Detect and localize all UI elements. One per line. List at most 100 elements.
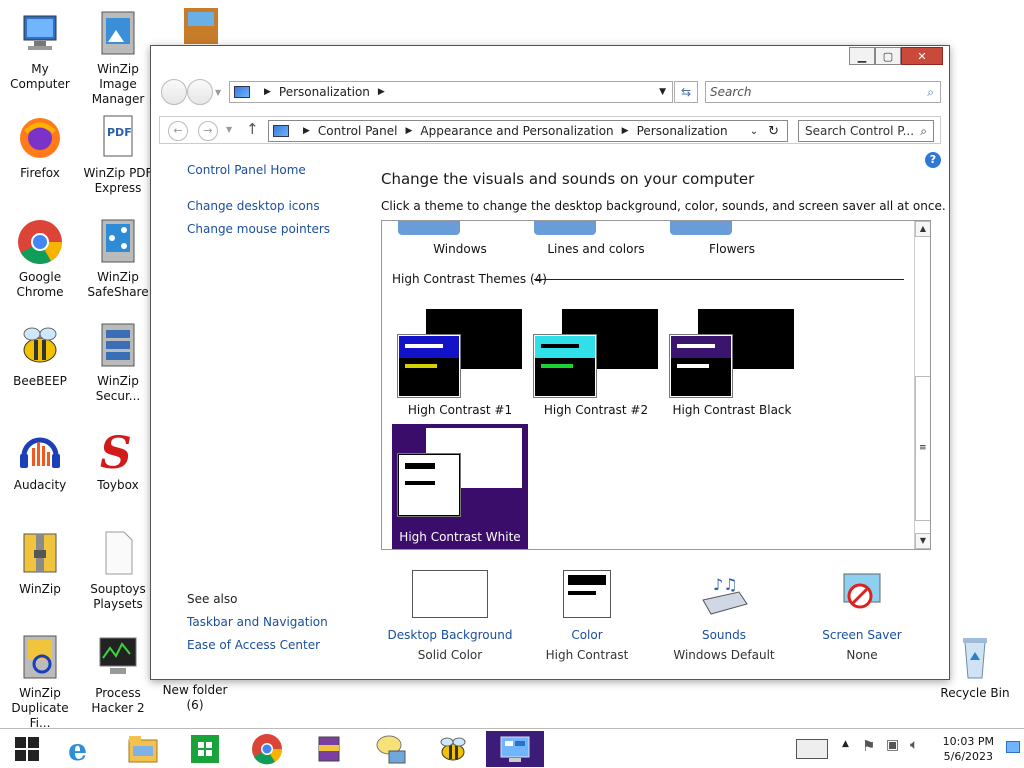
screen-saver-option[interactable]: Screen Saver None bbox=[797, 570, 927, 662]
back-button[interactable]: ← bbox=[168, 121, 188, 141]
change-mouse-pointers-link[interactable]: Change mouse pointers bbox=[187, 222, 330, 236]
show-desktop-icon[interactable] bbox=[1006, 741, 1020, 753]
network-icon[interactable]: ▣ bbox=[886, 737, 899, 753]
desktop-icon-winzip[interactable]: WinZip bbox=[0, 530, 80, 597]
desktop-icon-audacity[interactable]: Audacity bbox=[0, 426, 80, 493]
scroll-thumb[interactable]: ≡ bbox=[915, 376, 930, 521]
desktop-icon-my-computer[interactable]: My Computer bbox=[0, 10, 80, 92]
minimize-button[interactable]: ▁ bbox=[849, 47, 875, 65]
desktop-icon-google-chrome[interactable]: Google Chrome bbox=[0, 218, 80, 300]
theme-name[interactable]: Windows bbox=[392, 242, 528, 256]
breadcrumb-personalization[interactable]: Personalization bbox=[637, 124, 728, 138]
control-panel-home-link[interactable]: Control Panel Home bbox=[187, 163, 306, 177]
desktop-icon-label: WinZip SafeShare bbox=[87, 270, 149, 299]
breadcrumb[interactable]: ▶ Control Panel ▶ Appearance and Persona… bbox=[268, 120, 788, 142]
taskbar-winrar[interactable] bbox=[302, 731, 356, 767]
maximize-button[interactable]: ▢ bbox=[875, 47, 901, 65]
svg-text:PDF: PDF bbox=[107, 126, 132, 139]
desktop-icon-beebeep[interactable]: BeeBEEP bbox=[0, 322, 80, 389]
taskbar-messenger[interactable] bbox=[364, 731, 418, 767]
theme-high-contrast-black[interactable]: High Contrast Black bbox=[664, 305, 800, 425]
desktop-icon-winzip-duplicate[interactable]: WinZip Duplicate Fi... bbox=[0, 634, 80, 731]
dropdown-arrow-icon[interactable]: ▼ bbox=[659, 87, 666, 97]
sounds-link[interactable]: Sounds bbox=[659, 628, 789, 642]
sounds-option[interactable]: ♪♫ Sounds Windows Default bbox=[659, 570, 789, 662]
chevron-right-icon: ▶ bbox=[405, 126, 413, 136]
desktop-icon-label: BeeBEEP bbox=[13, 374, 67, 388]
taskbar-store[interactable] bbox=[178, 731, 232, 767]
taskbar: e ▲ ⚑ ▣ 🔈︎ 10:03 PM 5/6/2023 bbox=[0, 728, 1024, 768]
taskbar-internet-explorer[interactable]: e bbox=[54, 731, 108, 767]
screen-saver-value: None bbox=[846, 648, 878, 662]
back-orb-button[interactable] bbox=[161, 79, 187, 105]
screen-saver-icon bbox=[838, 570, 886, 618]
desktop-icon-souptoys[interactable]: Souptoys Playsets bbox=[78, 530, 158, 612]
search-control-panel-input[interactable]: Search Control P... ⌕ bbox=[798, 120, 934, 142]
show-hidden-icons-button[interactable]: ▲ bbox=[842, 739, 849, 749]
desktop-icon-toybox[interactable]: S Toybox bbox=[78, 426, 158, 493]
system-clock[interactable]: 10:03 PM 5/6/2023 bbox=[943, 734, 994, 764]
color-link[interactable]: Color bbox=[522, 628, 652, 642]
desktop-icon-winzip-secure[interactable]: WinZip Secur... bbox=[78, 322, 158, 404]
action-center-flag-icon[interactable]: ⚑ bbox=[862, 737, 875, 755]
screen-saver-link[interactable]: Screen Saver bbox=[797, 628, 927, 642]
group-divider bbox=[534, 279, 904, 280]
breadcrumb-control-panel[interactable]: Control Panel bbox=[318, 124, 398, 138]
change-desktop-icons-link[interactable]: Change desktop icons bbox=[187, 199, 320, 213]
forward-button[interactable]: → bbox=[198, 121, 218, 141]
desktop-icon-winzip-image-manager[interactable]: WinZip Image Manager bbox=[78, 10, 158, 107]
desktop-icon-firefox[interactable]: Firefox bbox=[0, 114, 80, 181]
breadcrumb-appearance[interactable]: Appearance and Personalization bbox=[420, 124, 613, 138]
taskbar-navigation-link[interactable]: Taskbar and Navigation bbox=[187, 615, 328, 629]
theme-name: High Contrast #2 bbox=[543, 403, 649, 417]
start-button[interactable] bbox=[0, 731, 54, 767]
forward-orb-button[interactable] bbox=[187, 79, 213, 105]
address-text: Personalization bbox=[278, 85, 370, 99]
desktop-icon-label: Souptoys Playsets bbox=[90, 582, 146, 611]
theme-high-contrast-1[interactable]: High Contrast #1 bbox=[392, 305, 528, 425]
desktop-icon-label: Toybox bbox=[97, 478, 139, 492]
dropdown-arrow-icon[interactable]: ▼ bbox=[215, 88, 221, 105]
recent-dropdown-icon[interactable]: ▼ bbox=[226, 125, 232, 134]
desktop-icon-winzip-safeshare[interactable]: WinZip SafeShare bbox=[78, 218, 158, 300]
taskbar-chrome[interactable] bbox=[240, 731, 294, 767]
close-button[interactable]: ✕ bbox=[901, 47, 943, 65]
taskbar-beebeep[interactable] bbox=[426, 731, 480, 767]
svg-text:e: e bbox=[68, 733, 87, 765]
chevron-down-icon[interactable]: ⌄ bbox=[750, 126, 758, 137]
theme-preview-windows[interactable] bbox=[398, 221, 460, 235]
theme-name[interactable]: Lines and colors bbox=[528, 242, 664, 256]
caption-buttons: ▁ ▢ ✕ bbox=[849, 47, 943, 65]
color-option[interactable]: Color High Contrast bbox=[522, 570, 652, 662]
see-also-heading: See also bbox=[187, 592, 238, 606]
taskbar-file-explorer[interactable] bbox=[116, 731, 170, 767]
theme-high-contrast-white[interactable]: High Contrast White bbox=[392, 424, 528, 549]
theme-list-scrollbar[interactable]: ▲ ≡ ▼ bbox=[914, 221, 930, 549]
desktop-icon-label: WinZip PDF Express bbox=[83, 166, 153, 195]
address-bar-top[interactable]: ▶ Personalization ▶ ▼ bbox=[229, 81, 673, 103]
keyboard-icon[interactable] bbox=[796, 739, 828, 759]
search-input-top[interactable]: Search ⌕ bbox=[705, 81, 941, 103]
refresh-icon[interactable]: ↻ bbox=[768, 124, 779, 139]
theme-preview-lines[interactable] bbox=[534, 221, 596, 235]
desktop-icon-process-hacker[interactable]: Process Hacker 2 bbox=[78, 634, 158, 716]
bee-icon bbox=[16, 322, 64, 370]
theme-preview-flowers[interactable] bbox=[670, 221, 732, 235]
ease-of-access-link[interactable]: Ease of Access Center bbox=[187, 638, 320, 652]
volume-icon[interactable]: 🔈︎ bbox=[910, 737, 918, 753]
refresh-button[interactable]: ⇆ bbox=[674, 81, 698, 103]
up-arrow-icon[interactable]: ↑ bbox=[246, 120, 259, 138]
desktop-icon-winzip-pdf[interactable]: PDF WinZip PDF Express bbox=[78, 114, 158, 196]
help-icon[interactable]: ? bbox=[925, 152, 941, 168]
theme-high-contrast-2[interactable]: High Contrast #2 bbox=[528, 305, 664, 425]
desktop-icon-new-folder[interactable]: New folder (6) bbox=[155, 683, 235, 713]
taskbar-control-panel[interactable] bbox=[486, 731, 544, 767]
document-icon bbox=[94, 530, 142, 578]
desktop-background-option[interactable]: Desktop Background Solid Color bbox=[385, 570, 515, 662]
control-panel-icon bbox=[273, 125, 289, 137]
theme-name[interactable]: Flowers bbox=[664, 242, 800, 256]
desktop-background-link[interactable]: Desktop Background bbox=[385, 628, 515, 642]
bee-icon bbox=[440, 737, 466, 761]
scroll-down-button[interactable]: ▼ bbox=[915, 533, 930, 549]
scroll-up-button[interactable]: ▲ bbox=[915, 221, 930, 237]
